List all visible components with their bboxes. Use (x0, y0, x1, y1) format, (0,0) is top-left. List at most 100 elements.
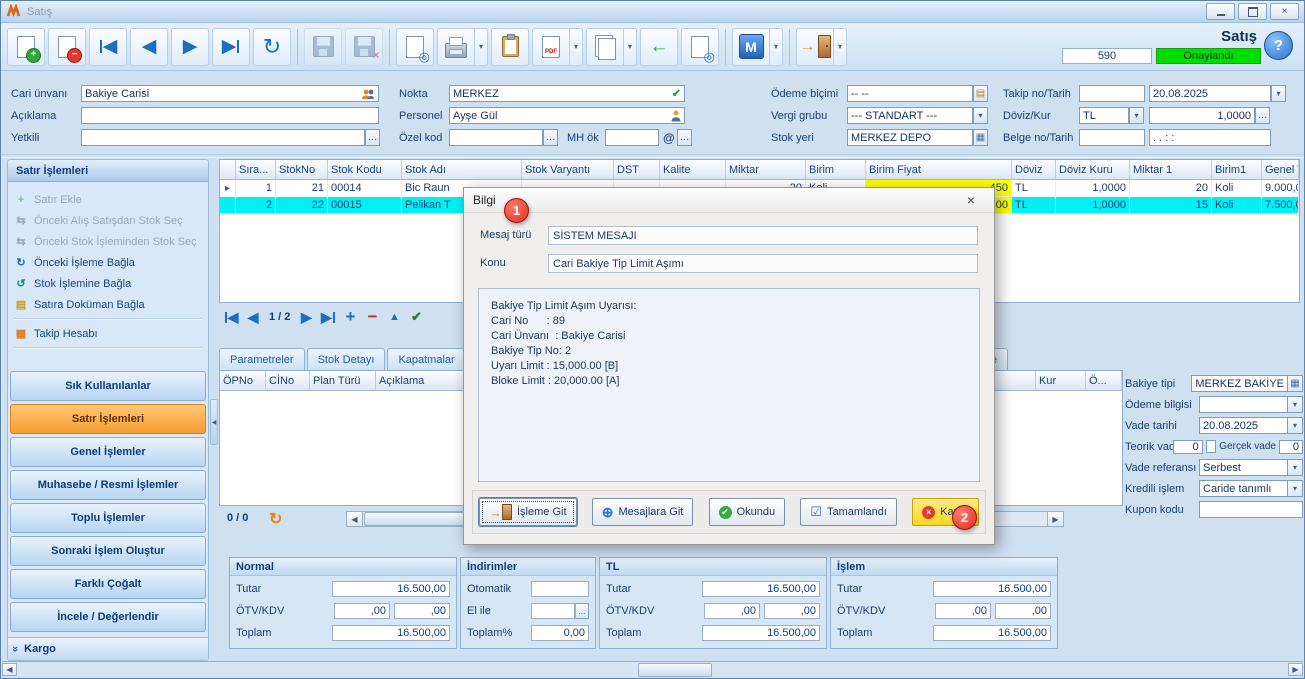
subgrid-col-o[interactable]: Ö... (1086, 371, 1122, 391)
scroll-left-button[interactable]: ◀ (2, 663, 17, 676)
pager-prev-button[interactable]: ◀ (245, 307, 261, 327)
odeme-bicimi-input[interactable]: -- -- (847, 85, 973, 102)
vade-tarihi-dropdown[interactable]: ▾ (1288, 417, 1303, 434)
odeme-bilgisi-dropdown[interactable]: ▾ (1288, 396, 1303, 413)
grid-col-dst[interactable]: DST (614, 160, 660, 180)
sidebar-button-toplu-islemler[interactable]: Toplu İşlemler (10, 503, 206, 533)
sidebar-splitter[interactable]: ◀ (210, 159, 218, 661)
stok-yeri-grid-icon[interactable]: ▦ (973, 129, 988, 146)
find-document-button[interactable]: ◎ (681, 28, 719, 66)
sidebar-item-satira-dokuman-bagla[interactable]: ▤Satıra Doküman Bağla (8, 294, 208, 315)
refresh-rows-icon[interactable]: ↻ (269, 509, 282, 529)
takip-no-input[interactable] (1079, 85, 1145, 102)
yetkili-ellipsis-button[interactable]: … (365, 129, 380, 146)
minimize-button[interactable] (1206, 3, 1235, 20)
scroll-right-button[interactable]: ▶ (1288, 663, 1303, 676)
refresh-button[interactable]: ↻ (253, 28, 291, 66)
grid-col-doviz-kuru[interactable]: Döviz Kuru (1056, 160, 1130, 180)
sidebar-button-sonraki-islem[interactable]: Sonraki İşlem Oluştur (10, 536, 206, 566)
import-button[interactable]: ← (640, 28, 678, 66)
pdf-dropdown[interactable]: ▾ (570, 28, 583, 66)
stok-yeri-select[interactable]: MERKEZ DEPO (847, 129, 973, 146)
mesajlara-git-button[interactable]: ⊕ Mesajlara Git (592, 498, 694, 526)
odeme-bicimi-form-icon[interactable]: ▤ (973, 85, 988, 102)
print-dropdown[interactable]: ▾ (475, 28, 488, 66)
sidebar-button-genel-islemler[interactable]: Genel İşlemler (10, 437, 206, 467)
vergi-grubu-select[interactable]: --- STANDART --- (847, 107, 973, 124)
mh-ok-input[interactable] (605, 129, 659, 146)
nokta-input[interactable]: MERKEZ✔ (449, 85, 685, 102)
dialog-close-button[interactable]: × (957, 191, 985, 210)
insert-row-button[interactable]: + (342, 307, 358, 327)
grid-col-miktar1[interactable]: Miktar 1 (1130, 160, 1212, 180)
maximize-button[interactable] (1238, 3, 1267, 20)
next-record-button[interactable]: ▶ (171, 28, 209, 66)
kupon-kodu-input[interactable] (1199, 501, 1303, 518)
grid-col-stok-kodu[interactable]: Stok Kodu (328, 160, 402, 180)
last-record-button[interactable]: ▶ (212, 28, 250, 66)
pdf-export-button[interactable]: PDF (532, 28, 570, 66)
subgrid-col-opno[interactable]: ÖPNo (220, 371, 266, 391)
delete-record-button[interactable]: − (48, 28, 86, 66)
preview-button[interactable]: ◎ (396, 28, 434, 66)
gercek-vade-checkbox[interactable] (1206, 440, 1217, 453)
bakiye-tipi-input[interactable]: MERKEZ BAKİYE (1191, 375, 1288, 392)
sidebar-button-sik-kullanilanlar[interactable]: Sık Kullanılanlar (10, 371, 206, 401)
exit-button[interactable]: → (796, 28, 834, 66)
bakiye-tipi-grid-icon[interactable]: ▦ (1288, 375, 1303, 392)
ozel-kod-ellipsis-button[interactable]: … (543, 129, 558, 146)
post-row-button[interactable]: ✔ (408, 307, 424, 327)
okundu-button[interactable]: ✔ Okundu (709, 498, 786, 526)
kur-input[interactable]: 1,0000 (1149, 107, 1255, 124)
personel-input[interactable]: Ayşe Gül (449, 107, 685, 124)
pager-first-button[interactable]: ◀ (223, 307, 239, 327)
vade-referansi-select[interactable]: Serbest (1199, 459, 1288, 476)
takip-tarih-input[interactable]: 20.08.2025 (1149, 85, 1271, 102)
takip-tarih-dropdown[interactable]: ▾ (1271, 85, 1286, 102)
edit-row-button[interactable]: ▲ (386, 307, 402, 327)
m-menu-dropdown[interactable]: ▾ (770, 28, 783, 66)
first-record-button[interactable]: ◀ (89, 28, 127, 66)
pager-last-button[interactable]: ▶ (320, 307, 336, 327)
splitter-collapse-button[interactable]: ◀ (210, 399, 218, 445)
sidebar-item-takip-hesabi[interactable]: ▦Takip Hesabı (8, 323, 208, 344)
tab-stok-detayi[interactable]: Stok Detayı (307, 348, 386, 370)
grid-col-doviz[interactable]: Döviz (1012, 160, 1056, 180)
hscroll-right-button[interactable]: ▶ (1047, 512, 1063, 526)
subgrid-col-cino[interactable]: CİNo (266, 371, 310, 391)
mh-ok-ellipsis-button[interactable]: … (677, 129, 692, 146)
grid-col-miktar[interactable]: Miktar (726, 160, 806, 180)
subgrid-col-plan-turu[interactable]: Plan Türü (310, 371, 376, 391)
belge-tarih-input[interactable]: . . : : (1149, 129, 1271, 146)
paste-button[interactable] (491, 28, 529, 66)
tamamlandi-button[interactable]: ☑ Tamamlandı (800, 498, 897, 526)
grid-col-stok-varyanti[interactable]: Stok Varyantı (522, 160, 614, 180)
sidebar-button-satir-islemleri[interactable]: Satır İşlemleri (10, 404, 206, 434)
vade-tarihi-input[interactable]: 20.08.2025 (1199, 417, 1288, 434)
kredili-islem-dropdown[interactable]: ▾ (1288, 480, 1303, 497)
delete-row-button[interactable]: − (364, 307, 380, 327)
sidebar-item-stok-islemine-bagla[interactable]: ↺Stok İşlemine Bağla (8, 273, 208, 294)
grid-col-stokno[interactable]: StokNo (276, 160, 328, 180)
copy-dropdown[interactable]: ▾ (624, 28, 637, 66)
kur-ellipsis-button[interactable]: … (1255, 107, 1270, 124)
close-button[interactable]: × (1270, 3, 1299, 20)
belge-no-input[interactable] (1079, 129, 1145, 146)
subgrid-col-kur[interactable]: Kur (1036, 371, 1086, 391)
m-menu-button[interactable]: M (732, 28, 770, 66)
print-button[interactable] (437, 28, 475, 66)
sidebar-button-muhasebe[interactable]: Muhasebe / Resmi İşlemler (10, 470, 206, 500)
exit-dropdown[interactable]: ▾ (834, 28, 847, 66)
prev-record-button[interactable]: ◀ (130, 28, 168, 66)
kredili-islem-select[interactable]: Caride tanımlı (1199, 480, 1288, 497)
grid-col-genel-toplam[interactable]: Genel To... (1262, 160, 1299, 180)
sidebar-button-incele[interactable]: İncele / Değerlendir (10, 602, 206, 632)
tab-parametreler[interactable]: Parametreler (219, 348, 305, 370)
sidebar-button-farkli-cogalt[interactable]: Farklı Çoğalt (10, 569, 206, 599)
scroll-thumb[interactable] (638, 663, 712, 677)
new-record-button[interactable]: + (7, 28, 45, 66)
grid-col-sira[interactable]: Sıra... (236, 160, 276, 180)
gercek-vade-input[interactable]: 0 (1279, 440, 1303, 454)
doviz-select[interactable]: TL (1079, 107, 1129, 124)
tab-kapatmalar[interactable]: Kapatmalar (387, 348, 465, 370)
